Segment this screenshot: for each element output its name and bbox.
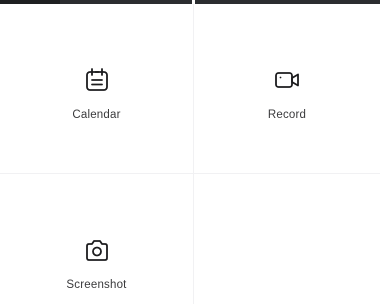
calendar-label: Calendar [72, 109, 121, 121]
calendar-icon [85, 68, 108, 91]
shortcut-grid: Calendar Record Screenshot [0, 4, 380, 304]
record-tile[interactable]: Record [194, 64, 380, 122]
record-label: Record [267, 109, 307, 121]
video-camera-icon [275, 72, 299, 88]
calendar-tile[interactable]: Calendar [0, 64, 193, 122]
screenshot-tile[interactable]: Screenshot [0, 234, 193, 292]
screenshot-label: Screenshot [66, 279, 127, 291]
empty-tile [194, 174, 380, 304]
camera-icon [85, 240, 108, 261]
